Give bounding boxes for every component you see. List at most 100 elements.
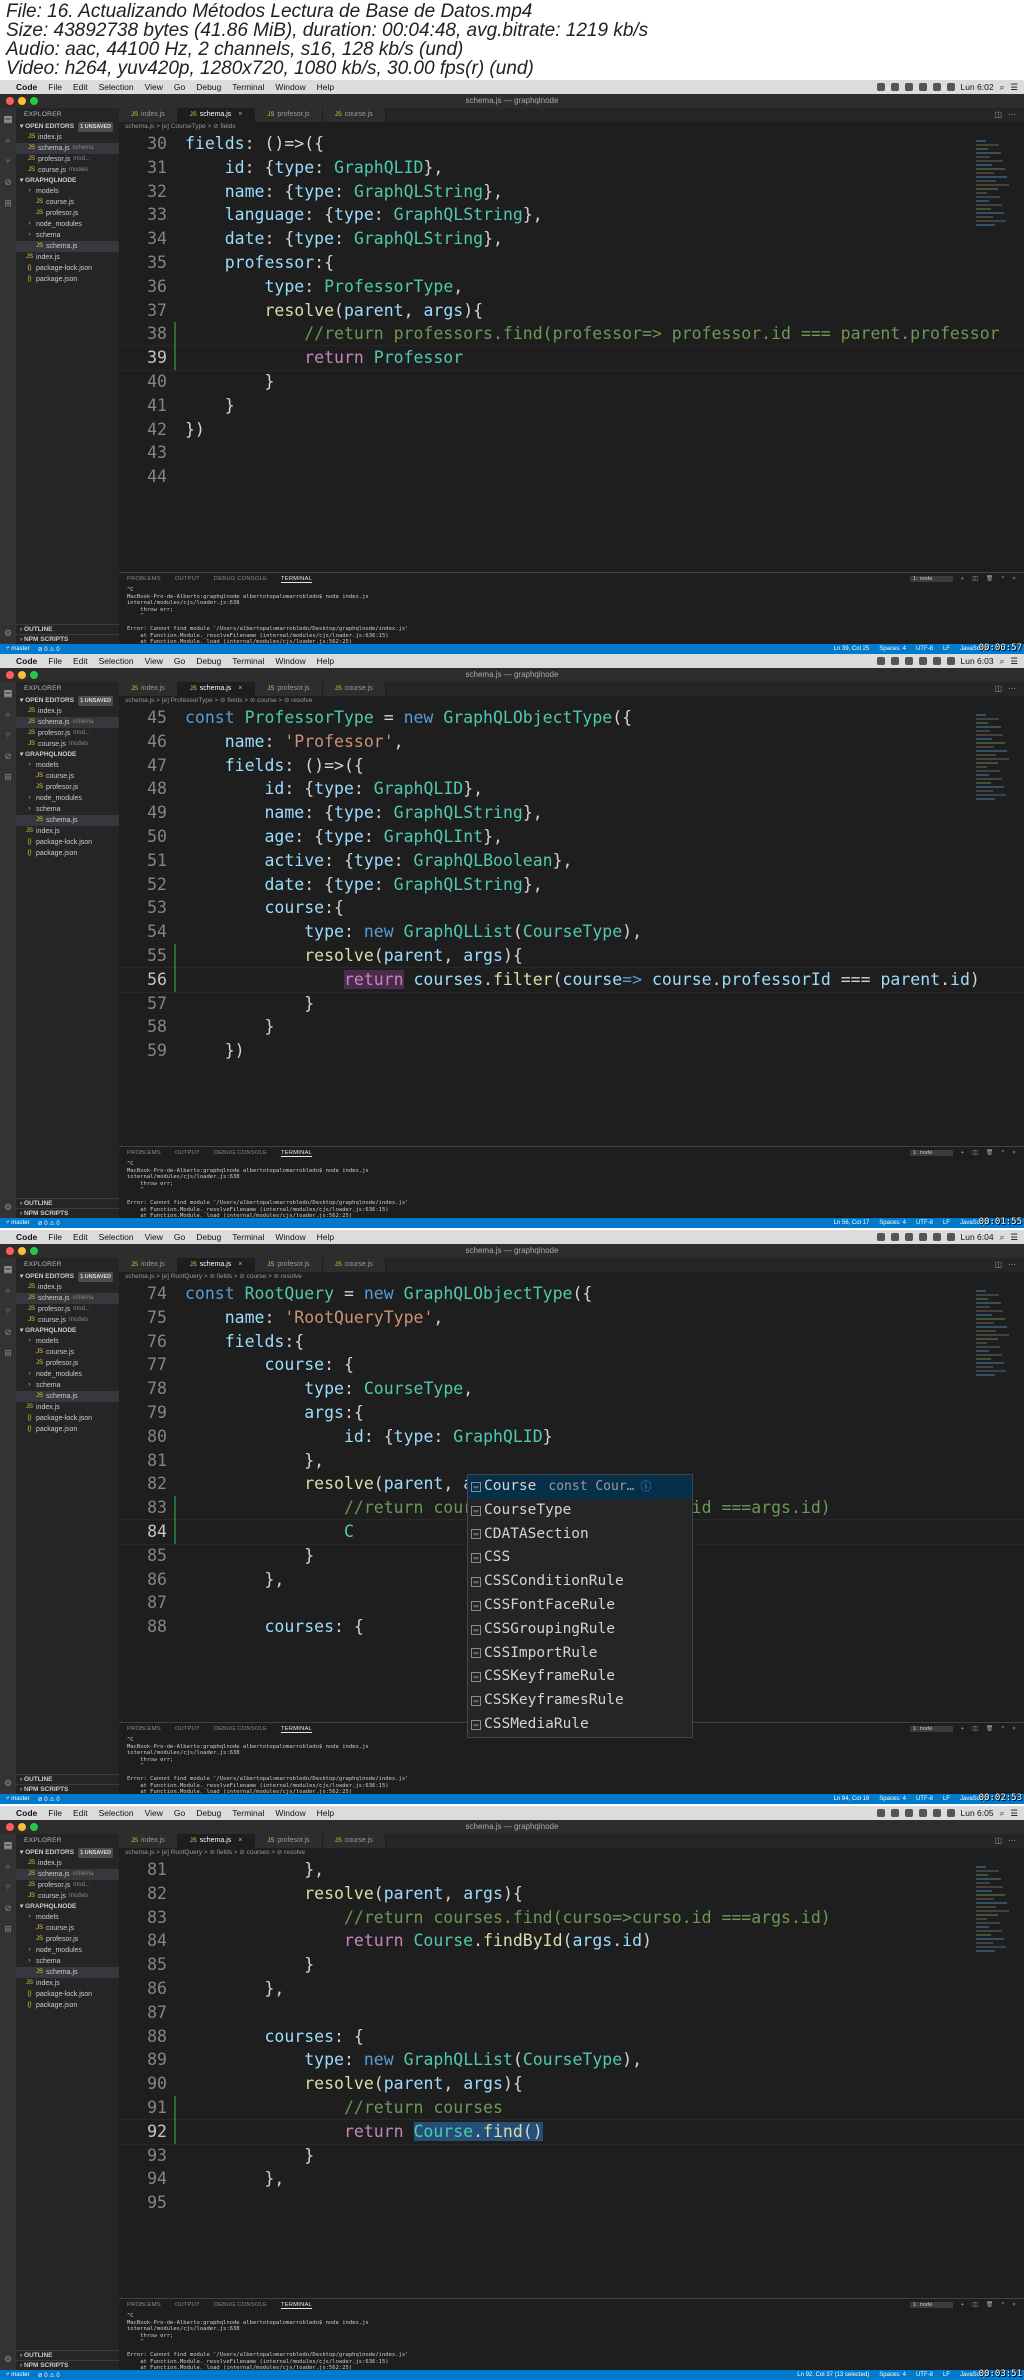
close-tab-icon[interactable]: × [238,108,242,122]
file-item[interactable]: JS schema.js [16,815,119,826]
tray-icon[interactable] [932,1809,941,1817]
open-editor-item[interactable]: JS profesor.js mod... [16,1304,119,1315]
tray-icon[interactable] [946,657,955,665]
close-tab-icon[interactable]: × [238,1834,242,1848]
terminal-selector[interactable]: 1: node [909,2302,953,2308]
close-window-button[interactable] [6,671,14,679]
open-editor-item[interactable]: JS profesor.js mod... [16,154,119,165]
more-actions-icon[interactable]: ⋯ [1008,682,1016,696]
more-actions-icon[interactable]: ⋯ [1008,1258,1016,1272]
menu-item-view[interactable]: View [145,1808,163,1818]
indentation-status[interactable]: Spaces: 4 [879,1220,906,1226]
minimize-window-button[interactable] [18,97,26,105]
tab-index[interactable]: JS index.js [119,1258,178,1272]
split-terminal-icon[interactable]: ◫ [972,1150,978,1156]
code-area[interactable]: 81 }, 82 resolve(parent, args){83 //retur… [119,1858,1024,2298]
menu-item-debug[interactable]: Debug [196,656,221,666]
more-actions-icon[interactable]: ⋯ [1008,108,1016,122]
outline-header[interactable]: › OUTLINE [16,2350,119,2360]
minimize-window-button[interactable] [18,1823,26,1831]
file-item[interactable]: JS index.js [16,252,119,263]
tray-icon[interactable] [904,1233,913,1241]
encoding-status[interactable]: UTF-8 [916,1220,933,1226]
open-editor-item[interactable]: JS index.js [16,706,119,717]
panel-tab-problems[interactable]: PROBLEMS [127,576,161,582]
maximize-panel-icon[interactable]: ^ [1001,1726,1004,1732]
folder-item[interactable]: › node_modules [16,793,119,804]
search-icon[interactable]: ⌕ [3,1285,13,1295]
suggestion-item[interactable]: ▭ CSSConditionRule [468,1570,692,1594]
menu-item-window[interactable]: Window [275,1808,305,1818]
folder-item[interactable]: › models [16,186,119,197]
extensions-icon[interactable]: ⊞ [3,198,13,208]
terminal-selector[interactable]: 1: node [909,1150,953,1156]
maximize-panel-icon[interactable]: ^ [1001,576,1004,582]
maximize-panel-icon[interactable]: ^ [1001,1150,1004,1156]
menu-item-go[interactable]: Go [174,1232,185,1242]
folder-item[interactable]: › schema [16,1956,119,1967]
menu-item-terminal[interactable]: Terminal [232,1232,264,1242]
close-tab-icon[interactable]: × [238,1258,242,1272]
minimap[interactable] [976,1288,1010,1378]
files-icon[interactable]: ▤ [3,1264,13,1274]
info-icon[interactable]: ⓘ [640,1475,651,1499]
tray-icon[interactable] [946,83,955,91]
tab-schema[interactable]: JS schema.js × [177,1258,256,1272]
panel-tab-debug-console[interactable]: DEBUG CONSOLE [214,576,267,582]
autocomplete-suggest-widget[interactable]: ▭ Course const Cour… ⓘ ▭ CourseType ▭ CDATASect… [467,1474,693,1738]
panel-tab-terminal[interactable]: TERMINAL [281,1150,312,1157]
file-item[interactable]: JS index.js [16,1402,119,1413]
project-header[interactable]: ▾ GRAPHQLNODE [16,750,119,760]
menu-item-help[interactable]: Help [317,1232,334,1242]
menu-item-file[interactable]: File [48,82,62,92]
folder-item[interactable]: › schema [16,230,119,241]
panel-tab-terminal[interactable]: TERMINAL [281,1726,312,1733]
menu-app-name[interactable]: Code [16,1232,37,1242]
open-editor-item[interactable]: JS profesor.js mod... [16,1880,119,1891]
debug-icon[interactable]: ⊘ [3,1327,13,1337]
file-item[interactable]: JS schema.js [16,241,119,252]
encoding-status[interactable]: UTF-8 [916,1796,933,1802]
spotlight-icon[interactable]: ⌕ [1000,1808,1005,1819]
tray-icon[interactable] [904,83,913,91]
suggestion-item[interactable]: ▭ CSSFontFaceRule [468,1594,692,1618]
file-item[interactable]: JS schema.js [16,1967,119,1978]
open-editor-item[interactable]: JS profesor.js mod... [16,728,119,739]
panel-tab-debug-console[interactable]: DEBUG CONSOLE [214,2302,267,2308]
new-terminal-icon[interactable]: + [961,576,965,582]
tray-icon[interactable] [918,1809,927,1817]
indentation-status[interactable]: Spaces: 4 [879,1796,906,1802]
tray-icon[interactable] [918,1233,927,1241]
spotlight-icon[interactable]: ⌕ [1000,1232,1005,1243]
indentation-status[interactable]: Spaces: 4 [879,646,906,652]
tab-index[interactable]: JS index.js [119,682,178,696]
npm-scripts-header[interactable]: › NPM SCRIPTS [16,1784,119,1794]
open-editor-item[interactable]: JS schema.js schema [16,1293,119,1304]
file-item[interactable]: JS course.js [16,771,119,782]
tab-index[interactable]: JS index.js [119,108,178,122]
menu-app-name[interactable]: Code [16,82,37,92]
tab-index[interactable]: JS index.js [119,1834,178,1848]
problems-status[interactable]: ⊘ 0 ⚠ 0 [38,1220,60,1227]
search-icon[interactable]: ⌕ [3,135,13,145]
menu-item-go[interactable]: Go [174,82,185,92]
tray-icon[interactable] [890,1809,899,1817]
panel-tab-output[interactable]: OUTPUT [175,576,200,582]
suggestion-item[interactable]: ▭ CSS [468,1546,692,1570]
project-header[interactable]: ▾ GRAPHQLNODE [16,1902,119,1912]
menu-item-go[interactable]: Go [174,656,185,666]
split-editor-icon[interactable]: ◫ [994,1834,1002,1848]
panel-tab-problems[interactable]: PROBLEMS [127,1726,161,1732]
file-item[interactable]: JS course.js [16,197,119,208]
panel-tab-output[interactable]: OUTPUT [175,1150,200,1156]
menu-item-file[interactable]: File [48,1808,62,1818]
menu-item-selection[interactable]: Selection [99,1232,134,1242]
open-editor-item[interactable]: JS schema.js schema [16,717,119,728]
gear-icon[interactable]: ⚙ [3,628,13,638]
tab-profesor[interactable]: JS profesor.js [255,1258,323,1272]
close-panel-icon[interactable]: × [1012,576,1016,582]
tray-icon[interactable] [932,1233,941,1241]
cursor-position[interactable]: Ln 84, Col 18 [834,1796,870,1802]
minimize-window-button[interactable] [18,671,26,679]
tray-icon[interactable] [918,83,927,91]
